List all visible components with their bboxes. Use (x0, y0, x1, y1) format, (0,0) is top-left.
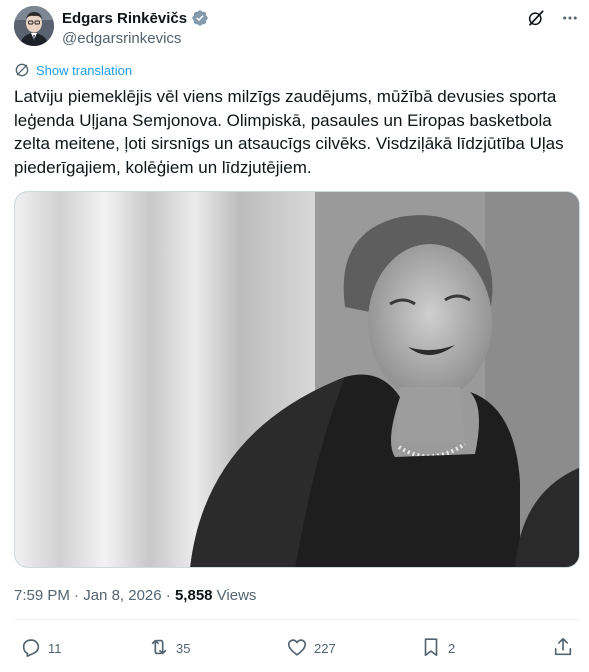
heart-icon (286, 636, 308, 661)
repost-icon (148, 636, 170, 661)
tweet-photo[interactable] (14, 191, 580, 568)
verified-badge-icon[interactable] (191, 9, 209, 27)
share-button[interactable] (552, 634, 574, 662)
reply-button[interactable]: 11 (20, 634, 62, 662)
tweet-meta: 7:59 PM · Jan 8, 2026 · 5,858 Views (14, 587, 256, 604)
repost-button[interactable]: 35 (148, 634, 190, 662)
action-bar: 11 35 227 2 (14, 634, 580, 662)
views-label: Views (212, 587, 257, 604)
divider (14, 619, 580, 620)
tweet-time[interactable]: 7:59 PM (14, 587, 70, 604)
tweet-text: Latviju piemeklējis vēl viens milzīgs za… (14, 87, 564, 177)
show-translation-label: Show translation (36, 62, 133, 78)
bookmark-count: 2 (448, 640, 456, 656)
reply-count: 11 (48, 640, 62, 656)
share-icon (552, 636, 574, 661)
header-actions (526, 8, 580, 28)
meta-separator: · (69, 587, 84, 604)
display-name[interactable]: Edgars Rinkēvičs (62, 10, 187, 27)
translate-icon (14, 62, 30, 78)
avatar[interactable] (14, 6, 54, 46)
reply-icon (20, 636, 42, 661)
more-icon[interactable] (560, 8, 580, 28)
bookmark-icon (420, 636, 442, 661)
display-name-row: Edgars Rinkēvičs (62, 8, 209, 28)
like-count: 227 (314, 640, 336, 656)
tweet-header: Edgars Rinkēvičs @edgarsrinkevics (14, 6, 580, 50)
author-handle[interactable]: @edgarsrinkevics (62, 30, 209, 47)
like-button[interactable]: 227 (286, 634, 336, 662)
repost-count: 35 (176, 640, 191, 656)
tweet-date[interactable]: Jan 8, 2026 (83, 587, 161, 604)
author-names: Edgars Rinkēvičs @edgarsrinkevics (62, 8, 209, 47)
show-translation-link[interactable]: Show translation (14, 62, 132, 78)
meta-separator-2: · (161, 587, 175, 604)
views-count: 5,858 (174, 587, 213, 604)
bookmark-button[interactable]: 2 (420, 634, 455, 662)
grok-icon[interactable] (526, 8, 546, 28)
